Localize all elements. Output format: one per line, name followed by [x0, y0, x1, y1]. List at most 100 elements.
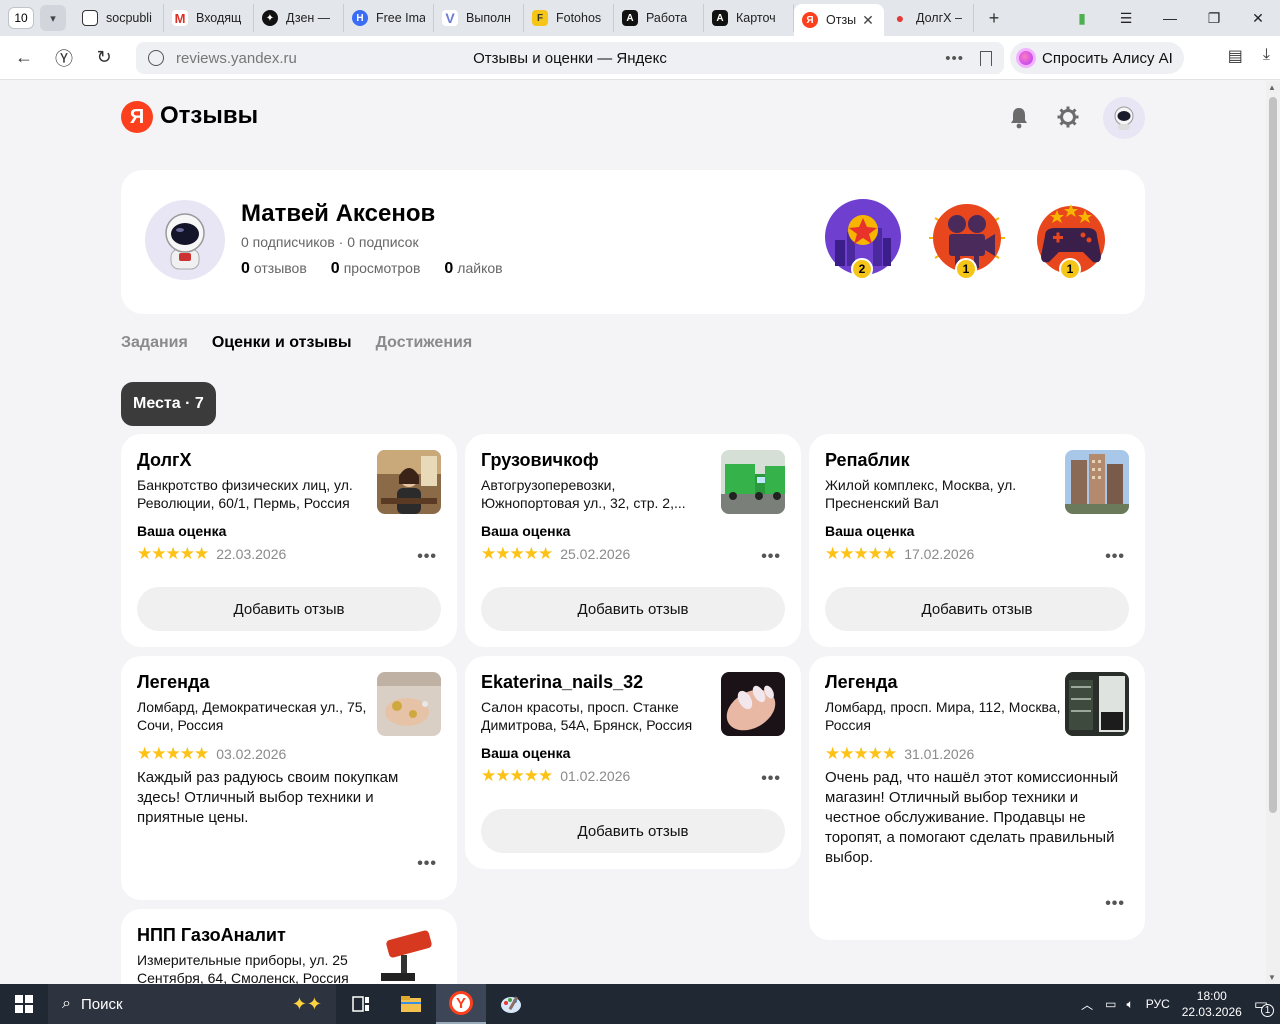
more-options-icon[interactable]: •••	[761, 770, 781, 788]
place-name[interactable]: Легенда	[825, 672, 897, 693]
restore-icon[interactable]: ❐	[1192, 10, 1236, 27]
rating-stars[interactable]: ★★★★★ 22.03.2026	[137, 544, 286, 564]
place-name[interactable]: Репаблик	[825, 450, 910, 471]
clock[interactable]: 18:00 22.03.2026	[1182, 988, 1242, 1020]
yandex-logo[interactable]: Я	[121, 101, 153, 133]
network-icon[interactable]: ▭	[1105, 997, 1116, 1011]
gear-icon[interactable]	[1057, 106, 1079, 128]
more-options-icon[interactable]: •••	[1105, 548, 1125, 566]
user-avatar[interactable]	[1103, 97, 1145, 139]
add-review-button[interactable]: Добавить отзыв	[137, 587, 441, 631]
profile-subscriptions[interactable]: 0 подписчиков · 0 подписок	[241, 234, 419, 250]
place-photo[interactable]	[377, 450, 441, 514]
browser-tab[interactable]: socpubli	[74, 4, 164, 32]
back-arrow-icon[interactable]: ←	[4, 47, 44, 68]
add-review-button[interactable]: Добавить отзыв	[481, 809, 785, 853]
extension-icon[interactable]: ▮	[1060, 10, 1104, 27]
more-options-icon[interactable]: •••	[761, 548, 781, 566]
menu-icon[interactable]: ☰	[1104, 10, 1148, 27]
place-name[interactable]: ДолгХ	[137, 450, 192, 471]
place-name[interactable]: НПП ГазоАналит	[137, 925, 286, 946]
more-options-icon[interactable]: •••	[417, 548, 437, 566]
rating-stars[interactable]: ★★★★★ 01.02.2026	[481, 766, 630, 786]
place-card[interactable]: Репаблик Жилой комплекс, Москва, ул. Пре…	[809, 434, 1145, 647]
browser-tab[interactable]: A Карточ	[704, 4, 794, 32]
chevron-up-icon[interactable]: ︿	[1081, 996, 1093, 1013]
tab-achievements[interactable]: Достижения	[376, 334, 473, 352]
place-card[interactable]: Легенда Ломбард, Демократическая ул., 75…	[121, 656, 457, 900]
bell-icon[interactable]	[1009, 107, 1029, 129]
close-icon[interactable]: ✕	[862, 12, 874, 29]
bookmark-icon[interactable]	[980, 50, 992, 66]
rating-stars[interactable]: ★★★★★ 25.02.2026	[481, 544, 630, 564]
scroll-down-icon[interactable]: ▼	[1268, 973, 1276, 982]
place-name[interactable]: Грузовичкоф	[481, 450, 599, 471]
reader-icon[interactable]: ▤	[1228, 46, 1243, 66]
browser-tab[interactable]: V Выполн	[434, 4, 524, 32]
likes-count: 0	[444, 260, 454, 277]
browser-tab[interactable]: ✦ Дзен —	[254, 4, 344, 32]
more-options-icon[interactable]: •••	[1105, 895, 1125, 913]
browser-tab[interactable]: A Работа	[614, 4, 704, 32]
achievement-badge[interactable]: 1	[927, 198, 1007, 282]
new-tab-plus-icon[interactable]: +	[982, 6, 1006, 30]
minimize-icon[interactable]: —	[1148, 10, 1192, 26]
badge-level: 1	[955, 258, 977, 280]
place-photo[interactable]	[377, 925, 441, 984]
browser-tab[interactable]: M Входящ	[164, 4, 254, 32]
add-review-button[interactable]: Добавить отзыв	[825, 587, 1129, 631]
browser-tab[interactable]: H Free Ima	[344, 4, 434, 32]
views-stat: 0 просмотров	[331, 260, 421, 278]
more-options-icon[interactable]: •••	[417, 855, 437, 873]
task-view-icon[interactable]	[336, 984, 386, 1024]
place-photo[interactable]	[1065, 450, 1129, 514]
place-card[interactable]: НПП ГазоАналит Измерительные приборы, ул…	[121, 909, 457, 984]
place-photo[interactable]	[377, 672, 441, 736]
browser-tab-active[interactable]: Я Отзы ✕	[794, 4, 884, 36]
place-photo[interactable]	[721, 450, 785, 514]
place-name[interactable]: Ekaterina_nails_32	[481, 672, 643, 693]
more-dots-icon[interactable]: •••	[945, 50, 964, 67]
place-photo[interactable]	[721, 672, 785, 736]
place-card[interactable]: Легенда Ломбард, просп. Мира, 112, Москв…	[809, 656, 1145, 940]
close-window-icon[interactable]: ✕	[1236, 10, 1280, 27]
places-filter-chip[interactable]: Места · 7	[121, 382, 216, 426]
yandex-button-icon[interactable]: Ⓨ	[44, 45, 84, 71]
place-photo[interactable]	[1065, 672, 1129, 736]
place-card[interactable]: ДолгХ Банкротство физических лиц, ул. Ре…	[121, 434, 457, 647]
windows-start-icon[interactable]	[0, 984, 48, 1024]
scrollbar-thumb[interactable]	[1269, 97, 1277, 813]
rating-stars[interactable]: ★★★★★ 03.02.2026	[137, 744, 286, 764]
taskbar-search[interactable]: ⌕ Поиск ✦✦	[48, 984, 336, 1024]
rating-stars[interactable]: ★★★★★ 17.02.2026	[825, 544, 974, 564]
achievement-badge[interactable]: 1	[1031, 198, 1111, 282]
chevron-down-icon[interactable]: ▾	[40, 5, 66, 31]
reload-icon[interactable]: ↻	[84, 47, 124, 68]
url-field[interactable]: reviews.yandex.ru Отзывы и оценки — Янде…	[136, 42, 1004, 74]
place-card[interactable]: Грузовичкоф Автогрузоперевозки, Южнопорт…	[465, 434, 801, 647]
language-indicator[interactable]: РУС	[1146, 997, 1170, 1011]
ask-alice-button[interactable]: Спросить Алису AI	[1010, 42, 1184, 74]
browser-tab[interactable]: F Fotohos	[524, 4, 614, 32]
place-name[interactable]: Легенда	[137, 672, 209, 693]
download-icon[interactable]: ⤓	[1263, 46, 1270, 66]
v-icon: V	[442, 10, 458, 26]
tab-tasks[interactable]: Задания	[121, 334, 188, 352]
add-review-button[interactable]: Добавить отзыв	[481, 587, 785, 631]
file-explorer-icon[interactable]	[386, 984, 436, 1024]
page-scrollbar[interactable]: ▲ ▼	[1266, 81, 1280, 984]
rating-stars[interactable]: ★★★★★ 31.01.2026	[825, 744, 974, 764]
yandex-browser-taskbar-icon[interactable]: Y	[436, 984, 486, 1024]
site-info-icon[interactable]	[148, 50, 164, 66]
brand-title[interactable]: Отзывы	[160, 102, 258, 130]
achievement-badge[interactable]: 2	[823, 198, 903, 282]
scroll-up-icon[interactable]: ▲	[1268, 83, 1276, 92]
volume-icon[interactable]: 🔈︎	[1127, 997, 1134, 1012]
browser-tab[interactable]: ● ДолгХ –	[884, 4, 974, 32]
notification-icon[interactable]: ▭ 1	[1254, 995, 1274, 1017]
place-card[interactable]: Ekaterina_nails_32 Салон красоты, просп.…	[465, 656, 801, 869]
tab-count-button[interactable]: 10	[8, 7, 34, 29]
likes-stat: 0 лайков	[444, 260, 502, 278]
tab-ratings-reviews[interactable]: Оценки и отзывы	[212, 334, 352, 352]
paint-icon[interactable]	[486, 984, 536, 1024]
